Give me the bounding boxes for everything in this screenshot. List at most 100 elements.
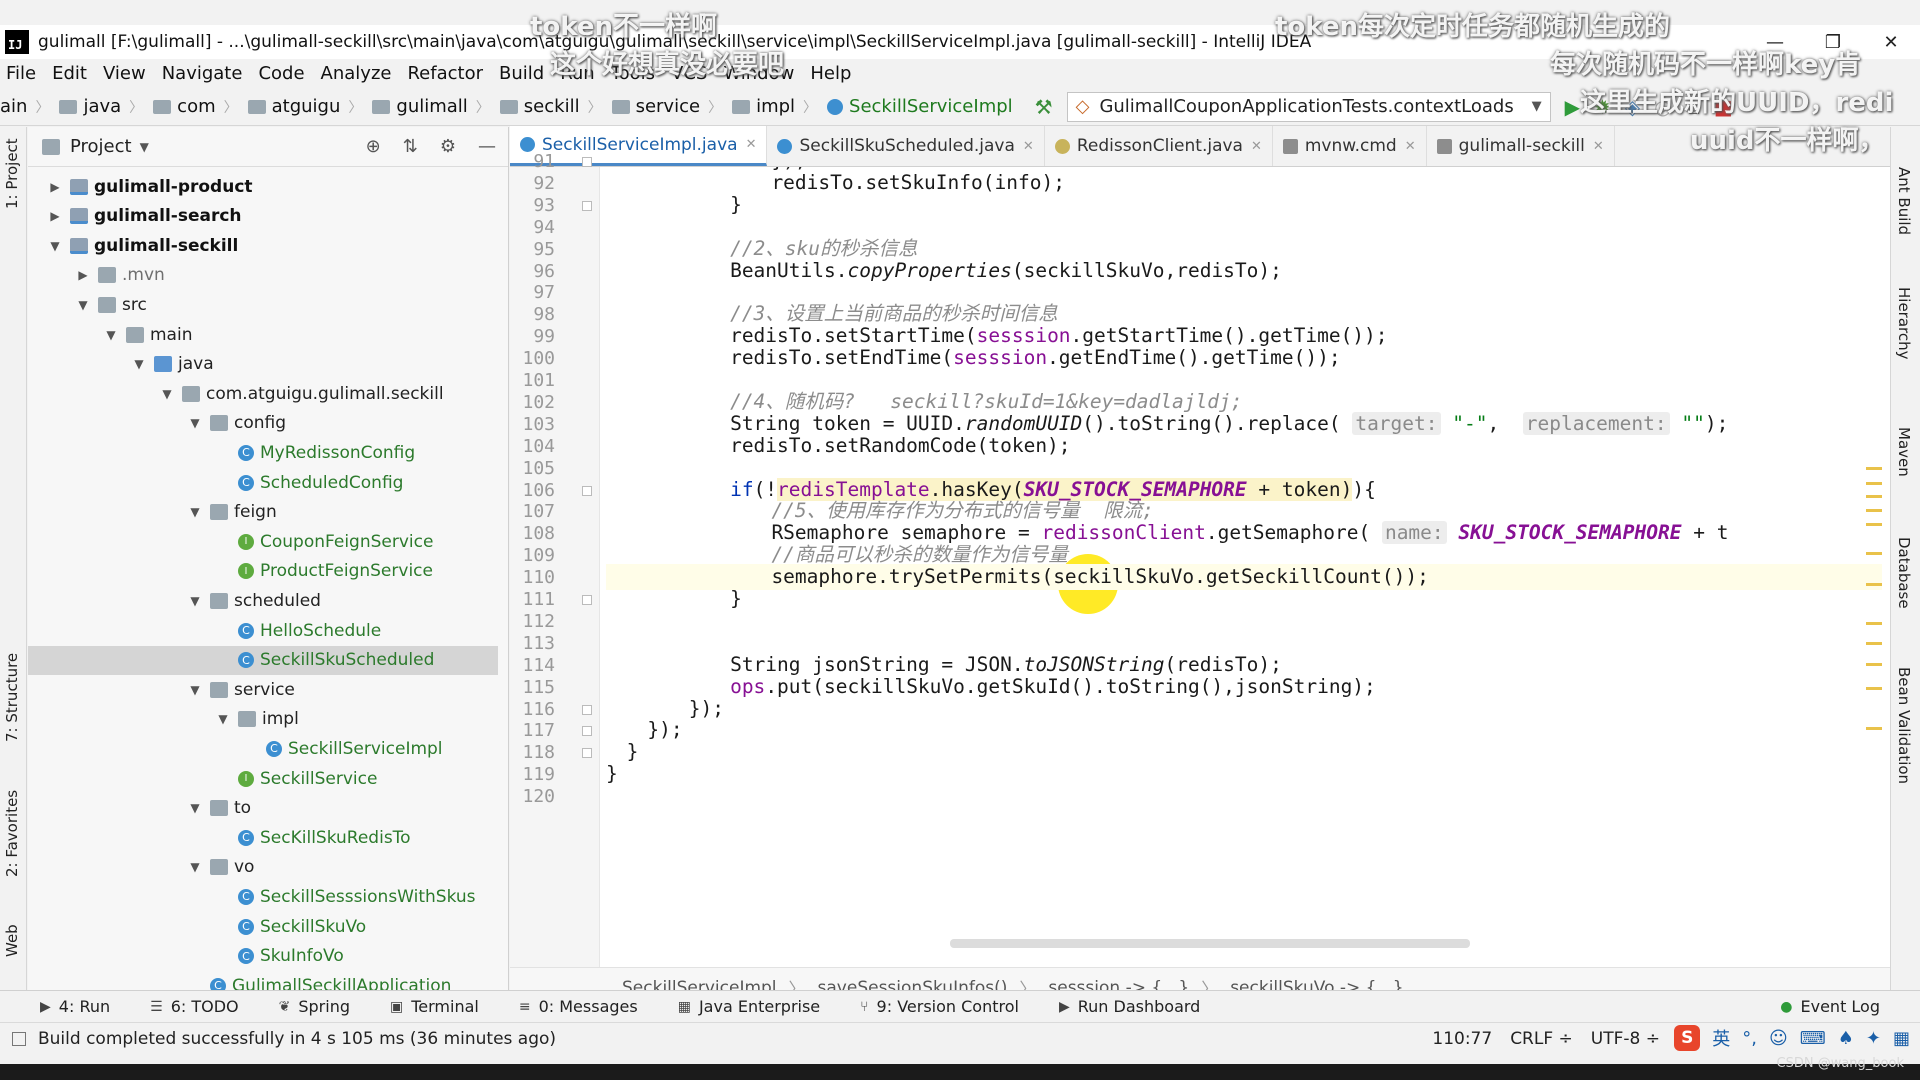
menu-code[interactable]: Code [258,63,304,84]
code-line[interactable]: } [606,192,742,218]
locate-icon[interactable]: ⊕ [366,136,381,157]
nav-crumb[interactable]: com 〉 [143,96,238,117]
project-tree-item[interactable]: C SeckillServiceImpl [28,734,498,763]
expanded-arrow-icon[interactable]: ▼ [188,416,202,430]
project-tree-item[interactable]: I ProductFeignService [28,557,498,586]
chevron-down-icon[interactable]: ▼ [140,140,149,154]
stripe-hierarchy[interactable]: Hierarchy [1895,287,1913,360]
fold-marker-icon[interactable] [582,157,592,167]
error-stripe-marker[interactable] [1866,642,1882,645]
project-tree-item[interactable]: ▼ feign [28,498,498,527]
fold-marker-icon[interactable] [582,485,592,496]
editor-tab[interactable]: SeckillSkuScheduled.java ✕ [767,126,1045,166]
project-tree-item[interactable]: I SeckillService [28,764,498,793]
project-tree-item[interactable]: ▶ gulimall-search [28,202,498,231]
collapsed-arrow-icon[interactable]: ▶ [76,268,90,282]
project-tree-item[interactable]: C SkuInfoVo [28,942,498,971]
toolwindow-version-control[interactable]: ⑂ 9: Version Control [860,997,1019,1016]
nav-crumb[interactable]: java 〉 [49,96,143,117]
error-stripe-marker[interactable] [1866,687,1882,690]
error-stripe-marker[interactable] [1866,727,1882,730]
nav-crumb[interactable]: impl 〉 [722,96,817,117]
error-stripe-marker[interactable] [1866,622,1882,625]
menu-build[interactable]: Build [499,63,544,84]
file-encoding[interactable]: UTF-8 ÷ [1591,1029,1660,1049]
close-tab-icon[interactable]: ✕ [1251,139,1262,154]
project-tree-item[interactable]: ▼ scheduled [28,586,498,615]
expanded-arrow-icon[interactable]: ▼ [48,239,62,253]
sogou-logo-icon[interactable]: S [1674,1025,1701,1051]
project-tree-item[interactable]: ▼ com.atguigu.gulimall.seckill [28,379,498,408]
build-hammer-icon[interactable]: ⚒ [1035,95,1053,119]
toolwindow-run[interactable]: ▶ 4: Run [40,997,110,1016]
gear-icon[interactable]: ⚙ [440,136,456,157]
run-configuration-select[interactable]: ◇ GulimallCouponApplicationTests.context… [1066,91,1551,122]
project-tree-item[interactable]: ▼ vo [28,853,498,882]
expanded-arrow-icon[interactable]: ▼ [188,594,202,608]
stripe-ant-build[interactable]: Ant Build [1895,167,1913,235]
stripe-database[interactable]: Database [1895,537,1913,609]
nav-crumb[interactable]: service 〉 [602,96,722,117]
editor-tab[interactable]: gulimall-seckill ✕ [1427,126,1615,166]
toolwindow-run-dashboard[interactable]: ▶ Run Dashboard [1059,997,1200,1016]
expanded-arrow-icon[interactable]: ▼ [188,505,202,519]
expanded-arrow-icon[interactable]: ▼ [188,683,202,697]
stripe-web[interactable]: Web [3,924,21,957]
stripe-favorites[interactable]: 2: Favorites [3,790,21,877]
fold-marker-icon[interactable] [582,595,592,605]
expanded-arrow-icon[interactable]: ▼ [76,298,90,312]
grid-icon[interactable]: ▦ [1893,1028,1910,1049]
menu-refactor[interactable]: Refactor [407,63,483,84]
caret-position[interactable]: 110:77 [1432,1029,1492,1049]
fold-marker-icon[interactable] [582,748,592,759]
project-tree-item[interactable]: ▼ config [28,409,498,438]
project-tree-item[interactable]: ▶ .mvn [28,261,498,290]
menu-help[interactable]: Help [810,63,851,84]
skin-icon[interactable]: ♠ [1838,1028,1854,1049]
error-stripe-marker[interactable] [1866,583,1882,586]
expanded-arrow-icon[interactable]: ▼ [216,712,230,726]
project-tree-item[interactable]: ▶ gulimall-product [28,172,498,201]
menu-analyze[interactable]: Analyze [321,63,392,84]
collapsed-arrow-icon[interactable]: ▶ [48,180,62,194]
punctuation-icon[interactable]: °, [1742,1028,1757,1049]
emoji-icon[interactable]: ☺ [1769,1028,1788,1049]
error-stripe-marker[interactable] [1866,482,1882,485]
project-tree-item[interactable]: ▼ to [28,794,498,823]
project-tree-item[interactable]: C SeckillSesssionsWithSkus [28,882,498,911]
code-line[interactable]: BeanUtils.copyProperties(seckillSkuVo,re… [606,258,1282,284]
toolwindow-messages[interactable]: ≡ 0: Messages [519,997,638,1016]
line-separator[interactable]: CRLF ÷ [1510,1029,1573,1049]
fold-marker-icon[interactable] [582,704,592,715]
tools-icon[interactable]: ✦ [1866,1028,1881,1049]
error-stripe-marker[interactable] [1866,495,1882,498]
stripe-maven[interactable]: Maven [1895,427,1913,477]
editor-tab[interactable]: mvnw.cmd ✕ [1273,126,1427,166]
close-tab-icon[interactable]: ✕ [746,137,757,152]
code-line[interactable]: } [606,761,618,787]
project-tree-item[interactable]: C ScheduledConfig [28,468,498,497]
code-area[interactable]: }); redisTo.setSkuInfo(info);} //2、sku的秒杀信… [606,167,1882,967]
horizontal-scrollbar[interactable] [950,939,1470,948]
error-stripe-marker[interactable] [1866,509,1882,512]
toolwindow-java-enterprise[interactable]: ▦ Java Enterprise [678,997,820,1016]
nav-crumb[interactable]: seckill 〉 [490,96,602,117]
hide-icon[interactable]: — [478,136,496,157]
expanded-arrow-icon[interactable]: ▼ [188,801,202,815]
project-tree-item[interactable]: ▼ main [28,320,498,349]
collapsed-arrow-icon[interactable]: ▶ [48,209,62,223]
code-line[interactable]: redisTo.setEndTime(sesssion.getEndTime()… [606,345,1340,371]
project-tree-item[interactable]: ▼ service [28,675,498,704]
expanded-arrow-icon[interactable]: ▼ [132,357,146,371]
collapse-all-icon[interactable]: ⇅ [403,136,418,157]
menu-view[interactable]: View [103,63,146,84]
project-tree-item[interactable]: I CouponFeignService [28,527,498,556]
close-button[interactable]: ✕ [1862,25,1920,59]
fold-marker-icon[interactable] [582,200,592,211]
stripe-bean-validation[interactable]: Bean Validation [1895,667,1913,784]
expanded-arrow-icon[interactable]: ▼ [104,328,118,342]
code-line[interactable]: semaphore.trySetPermits(seckillSkuVo.get… [606,564,1882,591]
project-tree-item[interactable]: ▼ gulimall-seckill [28,231,498,260]
code-line[interactable]: redisTo.setRandomCode(token); [606,433,1070,459]
tool-window-toggle-icon[interactable] [12,1031,26,1046]
